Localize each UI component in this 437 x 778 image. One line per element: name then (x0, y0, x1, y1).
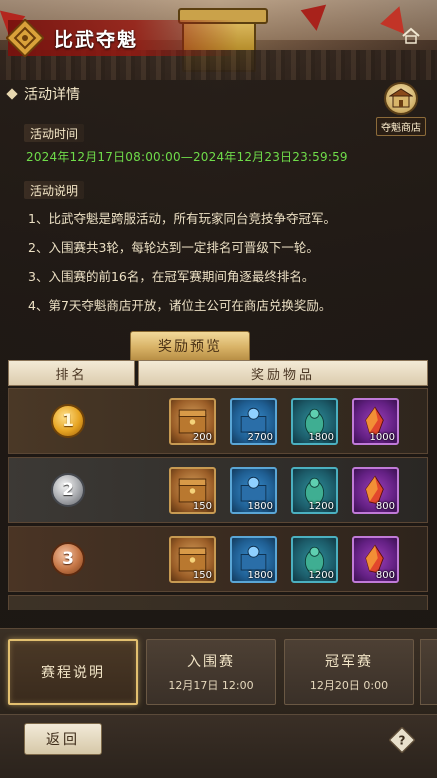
footer-bar: 返回 ? (0, 714, 437, 778)
home-icon (402, 27, 420, 44)
item-quantity: 1200 (308, 501, 334, 512)
gold-medal-icon: 1 (51, 404, 85, 438)
time-range: 2024年12月17日08:00:00—2024年12月23日23:59:59 (26, 150, 348, 164)
treasure-chest-icon[interactable]: 150 (169, 467, 216, 514)
red-crystal-icon[interactable]: 1000 (352, 398, 399, 445)
rank-column-header: 排名 (8, 360, 135, 386)
table-row: 1 200 2700 1800 1000 (8, 388, 428, 454)
reward-table[interactable]: 1 200 2700 1800 1000 2 150 1800 1200 800… (8, 388, 428, 610)
tab-qualifier[interactable]: 入围赛 12月17日 12:00 (146, 639, 276, 705)
blue-crate-icon[interactable]: 2700 (230, 398, 277, 445)
rules-list: 1、比武夺魁是跨服活动，所有玩家同台竞技争夺冠军。 2、入围赛共3轮，每轮达到一… (28, 210, 428, 326)
section-header: 活动详情 (6, 84, 80, 104)
section-title: 活动详情 (24, 87, 80, 103)
jade-statue-icon[interactable]: 1200 (291, 536, 338, 583)
table-row: 2 150 1800 1200 800 (8, 457, 428, 523)
items-column-header: 奖励物品 (138, 360, 428, 386)
description-tag: 活动说明 (24, 181, 85, 199)
rule-item: 4、第7天夺魁商店开放，诸位主公可在商店兑换奖励。 (28, 298, 332, 313)
bronze-medal-icon: 3 (51, 542, 85, 576)
tab-championship[interactable]: 冠军赛 12月20日 0:00 (284, 639, 414, 705)
home-button[interactable] (399, 24, 423, 48)
table-row: 3 150 1800 1200 800 (8, 526, 428, 592)
help-icon: ? (389, 727, 415, 753)
time-tag: 活动时间 (24, 124, 85, 142)
treasure-chest-icon[interactable]: 200 (169, 398, 216, 445)
tab-schedule-info[interactable]: 赛程说明 (8, 639, 138, 705)
item-quantity: 1800 (308, 432, 334, 443)
jade-statue-icon[interactable]: 1200 (291, 467, 338, 514)
shop-button[interactable]: 夺魁商店 (371, 82, 431, 136)
red-crystal-icon[interactable]: 800 (352, 536, 399, 583)
help-button[interactable]: ? (389, 727, 415, 753)
item-quantity: 800 (375, 501, 395, 512)
rule-item: 3、入围赛的前16名，在冠军赛期间角逐最终排名。 (28, 269, 315, 284)
item-quantity: 150 (192, 570, 212, 581)
item-quantity: 200 (192, 432, 212, 443)
reward-preview-tab[interactable]: 奖励预览 (130, 331, 250, 361)
jade-statue-icon[interactable]: 1800 (291, 398, 338, 445)
stage-tabs: 赛程说明 入围赛 12月17日 12:00 冠军赛 12月20日 0:00 (0, 628, 437, 714)
item-quantity: 1800 (247, 570, 273, 581)
item-quantity: 800 (375, 570, 395, 581)
stage-title: 冠军赛 (325, 654, 373, 670)
page-title: 比武夺魁 (54, 28, 139, 51)
blue-crate-icon[interactable]: 1800 (230, 467, 277, 514)
stage-title: 赛程说明 (41, 665, 105, 681)
stage-date: 12月20日 0:00 (309, 679, 389, 692)
svg-text:?: ? (399, 734, 406, 748)
treasure-chest-icon[interactable]: 150 (169, 536, 216, 583)
shop-pavilion-icon (384, 82, 418, 115)
reward-table-header: 排名 奖励物品 (8, 360, 428, 386)
diamond-bullet-icon (6, 88, 18, 100)
item-quantity: 1800 (247, 501, 273, 512)
tab-next-partial[interactable] (420, 639, 437, 705)
stage-title: 入围赛 (187, 654, 235, 670)
red-crystal-icon[interactable]: 800 (352, 467, 399, 514)
item-quantity: 1200 (308, 570, 334, 581)
rule-item: 1、比武夺魁是跨服活动，所有玩家同台竞技争夺冠军。 (28, 211, 336, 226)
rule-item: 2、入围赛共3轮，每轮达到一定排名可晋级下一轮。 (28, 240, 319, 255)
item-quantity: 150 (192, 501, 212, 512)
item-quantity: 2700 (247, 432, 273, 443)
activity-panel: 活动详情 夺魁商店 活动时间 2024年12月17日08:00:00—2024年… (0, 80, 437, 628)
knot-emblem-icon (4, 17, 46, 59)
header-banner: 比武夺魁 (0, 0, 437, 80)
shop-label: 夺魁商店 (376, 117, 426, 136)
item-quantity: 1000 (369, 432, 395, 443)
blue-crate-icon[interactable]: 1800 (230, 536, 277, 583)
table-row (8, 595, 428, 610)
back-button[interactable]: 返回 (24, 723, 102, 755)
page-title-bar: 比武夺魁 (6, 19, 238, 57)
stage-date: 12月17日 12:00 (168, 679, 254, 692)
silver-medal-icon: 2 (51, 473, 85, 507)
